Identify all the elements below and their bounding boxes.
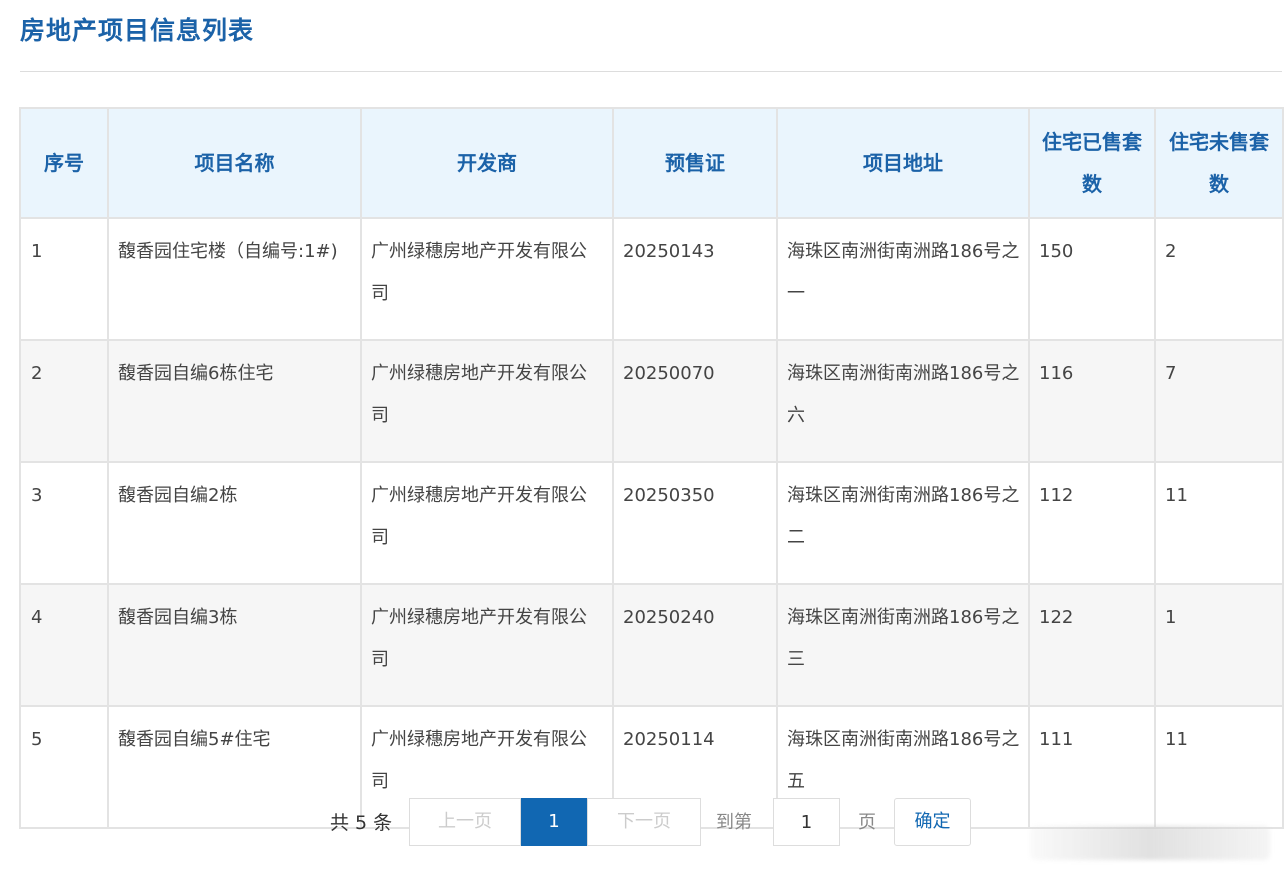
total-count: 共 5 条: [330, 812, 393, 834]
cell-sold-units: 150: [1028, 217, 1156, 341]
header-sold-units: 住宅已售套数: [1028, 107, 1156, 219]
cell-project-name: 馥香园自编6栋住宅: [107, 339, 362, 463]
cell-developer: 广州绿穗房地产开发有限公司: [360, 583, 614, 707]
cell-index: 4: [19, 583, 109, 707]
cell-developer: 广州绿穗房地产开发有限公司: [360, 217, 614, 341]
cell-developer: 广州绿穗房地产开发有限公司: [360, 461, 614, 585]
header-project-address: 项目地址: [776, 107, 1030, 219]
header-developer: 开发商: [360, 107, 614, 219]
header-index: 序号: [19, 107, 109, 219]
cell-index: 3: [19, 461, 109, 585]
page-unit-label: 页: [858, 812, 876, 833]
cell-sold-units: 116: [1028, 339, 1156, 463]
goto-label: 到第: [716, 812, 752, 833]
cell-project-address: 海珠区南洲街南洲路186号之二: [776, 461, 1030, 585]
table-row: 2 馥香园自编6栋住宅 广州绿穗房地产开发有限公司 20250070 海珠区南洲…: [19, 339, 1284, 463]
cell-unsold-units: 11: [1154, 461, 1284, 585]
cell-project-address: 海珠区南洲街南洲路186号之三: [776, 583, 1030, 707]
page-1-button[interactable]: 1: [521, 798, 587, 846]
cell-project-name: 馥香园自编3栋: [107, 583, 362, 707]
cell-presale-permit: 20250070: [612, 339, 778, 463]
cell-developer: 广州绿穗房地产开发有限公司: [360, 339, 614, 463]
cell-presale-permit: 20250240: [612, 583, 778, 707]
page-title: 房地产项目信息列表: [20, 16, 255, 45]
table-row: 1 馥香园住宅楼（自编号:1#) 广州绿穗房地产开发有限公司 20250143 …: [19, 217, 1284, 341]
page-number-input[interactable]: [773, 798, 840, 846]
cell-unsold-units: 2: [1154, 217, 1284, 341]
cell-sold-units: 112: [1028, 461, 1156, 585]
cell-project-address: 海珠区南洲街南洲路186号之六: [776, 339, 1030, 463]
cell-project-name: 馥香园住宅楼（自编号:1#): [107, 217, 362, 341]
cell-unsold-units: 1: [1154, 583, 1284, 707]
cell-project-address: 海珠区南洲街南洲路186号之一: [776, 217, 1030, 341]
watermark: [1030, 826, 1270, 860]
table-header-row: 序号 项目名称 开发商 预售证 项目地址 住宅已售套数 住宅未售套数: [19, 107, 1284, 219]
next-page-button[interactable]: 下一页: [587, 798, 701, 846]
table-row: 3 馥香园自编2栋 广州绿穗房地产开发有限公司 20250350 海珠区南洲街南…: [19, 461, 1284, 585]
cell-unsold-units: 7: [1154, 339, 1284, 463]
cell-presale-permit: 20250143: [612, 217, 778, 341]
cell-index: 2: [19, 339, 109, 463]
cell-sold-units: 122: [1028, 583, 1156, 707]
project-table: 序号 项目名称 开发商 预售证 项目地址 住宅已售套数 住宅未售套数 1 馥香园…: [19, 107, 1284, 829]
header-project-name: 项目名称: [107, 107, 362, 219]
confirm-button[interactable]: 确定: [894, 798, 971, 846]
cell-index: 1: [19, 217, 109, 341]
table-row: 4 馥香园自编3栋 广州绿穗房地产开发有限公司 20250240 海珠区南洲街南…: [19, 583, 1284, 707]
cell-presale-permit: 20250350: [612, 461, 778, 585]
prev-page-button[interactable]: 上一页: [409, 798, 521, 846]
cell-project-name: 馥香园自编2栋: [107, 461, 362, 585]
header-unsold-units: 住宅未售套数: [1154, 107, 1284, 219]
header-presale-permit: 预售证: [612, 107, 778, 219]
title-divider: [20, 71, 1282, 72]
